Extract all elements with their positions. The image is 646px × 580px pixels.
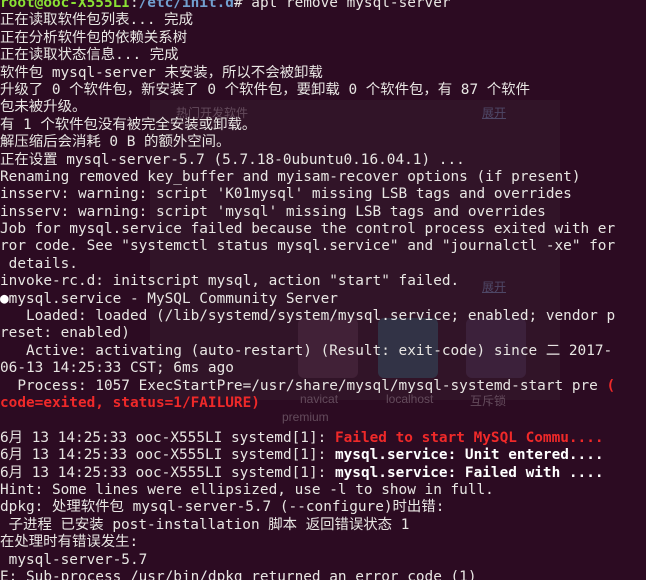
status-bullet-icon: ● [0, 290, 9, 307]
output-line: Renaming removed key_buffer and myisam-r… [0, 168, 581, 185]
journal-line: 6月 13 14:25:33 ooc-X555LI systemd[1]: my… [0, 447, 615, 464]
journal-line: 6月 13 14:25:33 ooc-X555LI systemd[1]: Fa… [0, 430, 615, 447]
output-line: 正在读取软件包列表... 完成 [0, 12, 193, 29]
output-line: ror code. See "systemctl status mysql.se… [0, 238, 616, 255]
output-line: invoke-rc.d: initscript mysql, action "s… [0, 273, 460, 290]
service-loaded-line: reset: enabled) [0, 325, 130, 342]
service-process-text: Process: 1057 ExecStartPre=/usr/share/my… [0, 377, 607, 394]
prompt-symbol: # [233, 0, 252, 11]
journal-prefix: 6月 13 14:25:33 ooc-X555LI systemd[1]: [0, 464, 335, 481]
service-active-line: Active: activating (auto-restart) (Resul… [0, 342, 613, 359]
service-title-line: ●mysql.service - MySQL Community Server [0, 291, 615, 308]
journal-prefix: 6月 13 14:25:33 ooc-X555LI systemd[1]: [0, 447, 335, 464]
output-line: 在处理时有错误发生: [0, 534, 139, 551]
terminal-output: root@ooc-X555LI:/etc/init.d# apt remove … [0, 0, 615, 580]
prompt-user: root@ooc-X555LI [0, 0, 130, 11]
output-line: dpkg: 处理软件包 mysql-server-5.7 (--configur… [0, 499, 445, 516]
output-line: E: Sub-process /usr/bin/dpkg returned an… [0, 568, 477, 580]
output-line: 有 1 个软件包没有被完全安装或卸载。 [0, 116, 257, 133]
service-title: mysql.service - MySQL Community Server [8, 290, 338, 307]
output-line: 解压缩后会消耗 0 B 的额外空间。 [0, 134, 231, 151]
service-loaded-line: Loaded: loaded (/lib/systemd/system/mysq… [0, 308, 616, 325]
journal-line: 6月 13 14:25:33 ooc-X555LI systemd[1]: my… [0, 465, 615, 482]
terminal-window[interactable]: 热门开发软件 展开 展开 navicat localhost 互斥锁 premi… [0, 0, 646, 580]
output-line: 软件包 mysql-server 未安装，所以不会被卸载 [0, 64, 323, 81]
prompt-separator: : [129, 0, 139, 11]
service-process-line: code=exited, status=1/FAILURE) [0, 395, 615, 412]
prompt-line: root@ooc-X555LI:/etc/init.d# apt remove … [0, 0, 615, 12]
journal-message: mysql.service: Unit entered.... [334, 447, 604, 464]
output-line: 升级了 0 个软件包，新安装了 0 个软件包，要卸载 0 个软件包，有 87 个… [0, 81, 530, 98]
service-active-line: 06-13 14:25:33 CST; 6ms ago [0, 360, 234, 377]
output-line: details. [0, 255, 78, 272]
journal-prefix: 6月 13 14:25:33 ooc-X555LI systemd[1]: [0, 429, 335, 446]
service-process-status: code=exited, status=1/FAILURE) [0, 394, 260, 411]
output-line: mysql-server-5.7 [0, 551, 148, 568]
prompt-command: apt remove mysql-server [251, 0, 451, 11]
journal-message: Failed to start MySQL Commu.... [334, 429, 604, 446]
output-line: 包未被升级。 [0, 99, 87, 116]
output-line: insserv: warning: script 'mysql' missing… [0, 203, 546, 220]
output-line: Hint: Some lines were ellipsized, use -l… [0, 481, 494, 498]
service-process-line: Process: 1057 ExecStartPre=/usr/share/my… [0, 378, 615, 395]
prompt-path: /etc/init.d [138, 0, 234, 11]
output-line: 正在分析软件包的依赖关系树 [0, 29, 188, 46]
output-line: Job for mysql.service failed because the… [0, 221, 616, 238]
journal-message: mysql.service: Failed with .... [334, 464, 604, 481]
service-process-status: ( [606, 377, 616, 394]
output-line: 正在设置 mysql-server-5.7 (5.7.18-0ubuntu0.1… [0, 151, 465, 168]
output-line: 正在读取状态信息... 完成 [0, 47, 179, 64]
output-line: insserv: warning: script 'K01mysql' miss… [0, 186, 572, 203]
output-line: 子进程 已安装 post-installation 脚本 返回错误状态 1 [0, 516, 410, 533]
